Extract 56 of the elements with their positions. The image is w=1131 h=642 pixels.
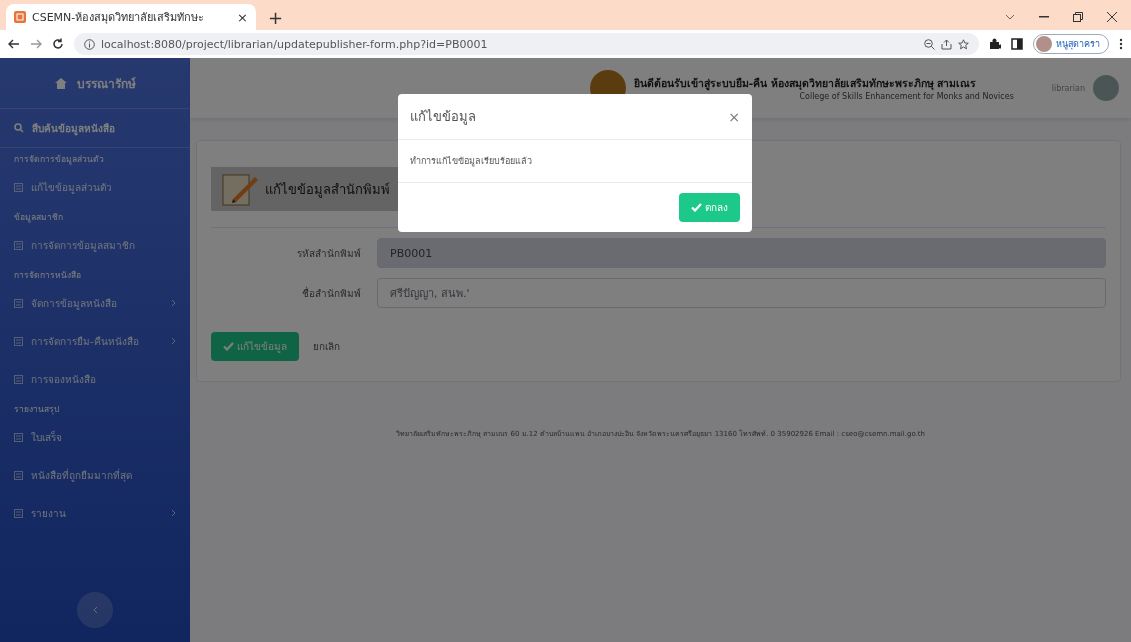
chevron-left-icon — [92, 606, 98, 614]
maximize-icon[interactable] — [1073, 12, 1083, 22]
info-icon — [84, 38, 95, 50]
check-icon — [223, 342, 234, 351]
chevron-right-icon — [171, 299, 176, 307]
forward-icon[interactable] — [30, 39, 42, 49]
zoom-out-icon[interactable] — [924, 38, 935, 50]
reload-icon[interactable] — [52, 38, 64, 50]
browser-tab[interactable]: CSEMN-ห้องสมุดวิทยาลัยเสริมทักษะ × — [6, 4, 256, 30]
sidebar-heading: รายงานสรุป — [14, 404, 59, 414]
sidebar-item[interactable]: การจัดการยืม-คืนหนังสือ — [0, 322, 190, 360]
pencil-paper-icon — [221, 171, 259, 207]
star-icon[interactable] — [958, 38, 969, 50]
sidebar-heading: ข้อมูลสมาชิก — [14, 212, 63, 222]
minimize-icon[interactable] — [1039, 16, 1049, 18]
address-bar[interactable]: localhost:8080/project/librarian/updatepublisher-form.php?id=PB0001 — [74, 33, 979, 55]
sidebar-item[interactable]: แก้ไขข้อมูลส่วนตัว — [0, 168, 190, 206]
app-icon — [14, 11, 26, 23]
sidebar-item[interactable]: การจัดการข้อมูลสมาชิก — [0, 226, 190, 264]
chevron-right-icon — [171, 509, 176, 517]
sidebar-item[interactable]: การจองหนังสือ — [0, 360, 190, 398]
side-panel-icon[interactable] — [1011, 38, 1023, 50]
tab-close-button[interactable]: × — [237, 9, 248, 25]
sidebar-item[interactable]: หนังสือที่ถูกยืมมากที่สุด — [0, 456, 190, 494]
close-button[interactable]: × — [728, 108, 740, 125]
site-subtitle: College of Skills Enhancement for Monks and Novices — [799, 92, 1014, 101]
input-field[interactable]: PB0001 — [377, 238, 1106, 268]
modal-message: ทำการแก้ไขข้อมูลเรียบร้อยแล้ว — [410, 156, 532, 166]
back-icon[interactable] — [8, 39, 20, 49]
sidebar-heading: การจัดการหนังสือ — [14, 270, 81, 280]
sidebar-item[interactable]: จัดการข้อมูลหนังสือ — [0, 284, 190, 322]
close-icon[interactable] — [1107, 12, 1117, 22]
search-icon — [14, 123, 24, 133]
share-icon[interactable] — [941, 38, 952, 50]
site-title: ยินดีต้อนรับเข้าสู่ระบบยืม-คืน ห้องสมุดวิทยาลัยเสริมทักษะพระภิกษุ สามเณร — [633, 76, 978, 92]
url-text: localhost:8080/project/librarian/updatepublisher-form.php?id=PB0001 — [101, 37, 489, 51]
tab-title: CSEMN-ห้องสมุดวิทยาลัยเสริมทักษะ — [32, 10, 206, 26]
modal-title: แก้ไขข้อมูล — [410, 108, 476, 127]
home-icon — [54, 77, 67, 89]
input-field[interactable]: ศรีปัญญา, สนพ.' — [377, 278, 1106, 308]
sidebar-brand: บรรณารักษ์ — [76, 75, 136, 93]
new-tab-button[interactable]: + — [268, 7, 284, 28]
field-label: ชื่อสำนักพิมพ์ — [301, 285, 362, 301]
save-button[interactable]: แก้ไขข้อมูล — [211, 332, 299, 361]
puzzle-icon[interactable] — [989, 38, 1001, 50]
field-label: รหัสสำนักพิมพ์ — [296, 246, 362, 261]
cancel-link[interactable]: ยกเลิก — [313, 339, 340, 354]
check-icon — [691, 203, 702, 212]
avatar-icon — [1036, 36, 1052, 52]
chevron-down-icon[interactable] — [1005, 14, 1015, 20]
sidebar-item[interactable]: ใบเสร็จ — [0, 418, 190, 456]
ok-button[interactable]: ตกลง — [679, 193, 740, 222]
sidebar-heading: การจัดการข้อมูลส่วนตัว — [14, 154, 104, 164]
more-icon[interactable] — [1119, 38, 1123, 50]
sidebar-item[interactable]: รายงาน — [0, 494, 190, 532]
chevron-right-icon — [171, 337, 176, 345]
